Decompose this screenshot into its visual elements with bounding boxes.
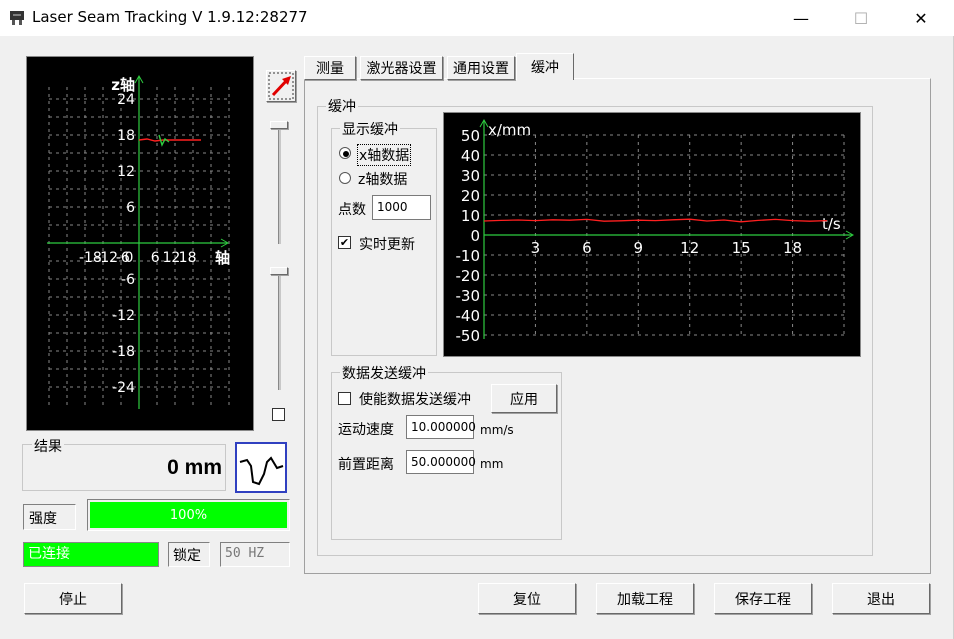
buffer-y-tick: 10 (461, 207, 480, 225)
speed-input[interactable]: 10.000000 (406, 415, 476, 439)
profile-x-tick: 12 (162, 250, 180, 266)
result-label: 结果 (32, 436, 64, 456)
buffer-x-tick: 15 (732, 239, 751, 257)
realtime-label: 实时更新 (359, 237, 415, 253)
lead-distance-unit: mm (480, 457, 504, 471)
result-value: 0 mm (167, 456, 222, 479)
reset-button[interactable]: 复位 (478, 583, 576, 614)
lead-distance-label: 前置距离 (338, 457, 394, 473)
profile-x-tick: 18 (179, 250, 197, 266)
enable-send-checkbox[interactable] (338, 392, 351, 405)
title-bar: Laser Seam Tracking V 1.9.12:28277 — ☐ ✕ (0, 0, 954, 36)
buffer-group-title: 缓冲 (326, 96, 358, 116)
connection-status: 已连接 (23, 542, 159, 567)
measure-tool-button[interactable] (266, 70, 296, 102)
display-buffer-title: 显示缓冲 (340, 119, 400, 139)
profile-line (138, 138, 201, 142)
maximize-icon: ☐ (853, 8, 869, 28)
tab-laser-settings-label: 激光器设置 (366, 61, 437, 77)
buffer-y-tick: -50 (456, 327, 481, 345)
stop-button[interactable]: 停止 (24, 583, 122, 614)
buffer-x-tick: 3 (531, 239, 541, 257)
radio-z-data[interactable] (339, 172, 351, 184)
buffer-chart: 50 40 30 20 10 0 -10 -20 -30 -40 -50 3 6 9 12 15 18 x/mm t… (443, 112, 861, 357)
buffer-y-tick: 20 (461, 187, 480, 205)
strength-fill: 100% (90, 502, 287, 528)
strength-bar: 100% (87, 499, 290, 531)
tab-general-settings[interactable]: 通用设置 (447, 56, 515, 80)
profile-y-tick: 6 (126, 200, 135, 216)
close-button[interactable]: ✕ (898, 4, 944, 32)
tab-laser-settings[interactable]: 激光器设置 (360, 56, 443, 80)
close-icon: ✕ (914, 8, 928, 28)
buffer-y-axis-label: x/mm (488, 121, 531, 139)
app-icon (10, 11, 24, 25)
buffer-y-tick: -20 (456, 267, 481, 285)
profile-plot: z轴轴 24 18 12 6 -6 -12 -18 -24 -18 -12 -6 0 6 12 18 (26, 56, 254, 431)
buffer-x-tick: 18 (783, 239, 802, 257)
window-title: Laser Seam Tracking V 1.9.12:28277 (32, 8, 308, 26)
speed-label: 运动速度 (338, 422, 394, 438)
lock-status: 锁定 (168, 542, 210, 567)
slider-thumb-2[interactable] (270, 267, 288, 275)
buffer-y-tick: -30 (456, 287, 481, 305)
frequency-status: 50 HZ (220, 542, 290, 567)
profile-y-tick: -18 (112, 344, 135, 360)
buffer-y-tick: 0 (470, 227, 480, 245)
minimize-button[interactable]: — (778, 4, 824, 32)
points-label: 点数 (338, 202, 366, 218)
radio-z-label: z轴数据 (358, 172, 408, 188)
save-project-button[interactable]: 保存工程 (714, 583, 812, 614)
buffer-y-tick: -10 (456, 247, 481, 265)
buffer-chart-svg: 50 40 30 20 10 0 -10 -20 -30 -40 -50 3 6 9 12 15 18 x/mm t… (456, 118, 855, 345)
tab-measure-label: 测量 (316, 61, 344, 77)
slider-track-1 (278, 126, 281, 244)
slider-thumb-1[interactable] (270, 121, 288, 129)
profile-y-tick: 24 (117, 92, 135, 108)
seam-profile-icon (239, 456, 284, 486)
strength-label-box: 强度 (23, 504, 76, 530)
apply-button[interactable]: 应用 (491, 384, 557, 413)
buffer-y-tick: 50 (461, 127, 480, 145)
enable-send-label: 使能数据发送缓冲 (359, 392, 471, 408)
tab-measure[interactable]: 测量 (304, 56, 356, 80)
buffer-y-tick: 30 (461, 167, 480, 185)
profile-plot-svg: z轴轴2418126-6-12-18-24-18-12-60 6 1218 (47, 74, 230, 409)
buffer-y-tick: 40 (461, 147, 480, 165)
profile-x-tick: 0 (125, 250, 134, 266)
radio-x-label: x轴数据 (357, 144, 412, 166)
profile-y-tick: 12 (117, 164, 135, 180)
exit-button[interactable]: 退出 (832, 583, 930, 614)
tab-buffer[interactable]: 缓冲 (516, 53, 574, 80)
profile-x-tick: -12 (95, 250, 118, 266)
buffer-x-axis-label: t/s (822, 215, 841, 233)
radio-x-data[interactable] (339, 147, 351, 159)
profile-view-button[interactable] (235, 442, 287, 493)
speed-unit: mm/s (480, 423, 514, 437)
profile-y-tick: -24 (112, 380, 135, 396)
profile-y-tick: -6 (121, 272, 135, 288)
minimize-icon: — (793, 8, 809, 28)
send-buffer-title: 数据发送缓冲 (340, 363, 428, 383)
profile-x-tick: 6 (151, 250, 160, 266)
side-checkbox[interactable] (272, 408, 285, 421)
tab-buffer-label: 缓冲 (531, 60, 559, 76)
strength-label: 强度 (29, 511, 57, 527)
slider-track-2 (278, 272, 281, 390)
profile-x-axis-label: 轴 (215, 249, 230, 267)
lead-distance-input[interactable]: 50.000000 (406, 450, 476, 474)
arrow-tool-icon (268, 72, 294, 100)
profile-y-tick: -12 (112, 308, 135, 324)
buffer-x-tick: 12 (680, 239, 699, 257)
strength-value: 100% (169, 507, 208, 523)
profile-y-tick: 18 (117, 128, 135, 144)
buffer-x-tick: 9 (634, 239, 644, 257)
buffer-x-tick: 6 (582, 239, 592, 257)
tab-general-settings-label: 通用设置 (453, 61, 509, 77)
load-project-button[interactable]: 加载工程 (596, 583, 694, 614)
maximize-button[interactable]: ☐ (838, 4, 884, 32)
points-input[interactable]: 1000 (372, 195, 431, 220)
buffer-y-tick: -40 (456, 307, 481, 325)
realtime-checkbox[interactable]: ✔ (338, 236, 351, 249)
